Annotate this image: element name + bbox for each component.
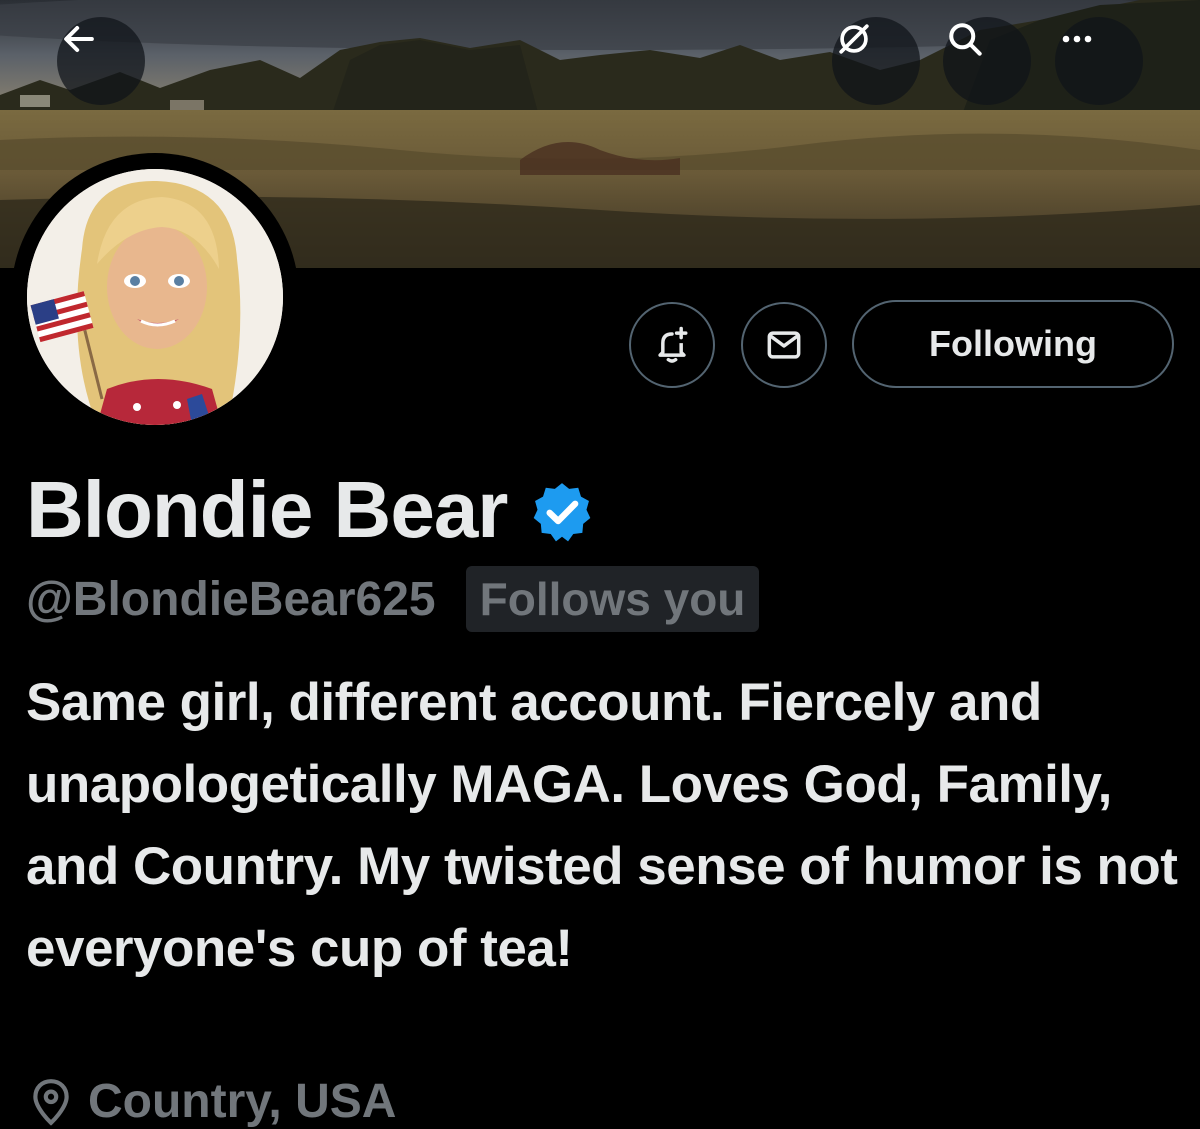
profile-bio: Same girl, different account. Fiercely a… bbox=[26, 673, 1178, 978]
location-row: Country, USA bbox=[26, 1074, 396, 1129]
user-handle: @BlondieBear625 bbox=[26, 572, 436, 626]
profile-name-row: Blondie Bear bbox=[26, 464, 595, 556]
more-button[interactable] bbox=[1055, 17, 1143, 105]
message-button[interactable] bbox=[741, 302, 827, 388]
display-name: Blondie Bear bbox=[26, 465, 508, 554]
search-icon bbox=[949, 23, 982, 56]
more-horizontal-icon bbox=[1062, 35, 1092, 43]
handle-row: @BlondieBear625 Follows you bbox=[26, 566, 760, 632]
bell-plus-icon bbox=[658, 326, 688, 363]
avatar-image bbox=[27, 169, 283, 425]
following-label: Following bbox=[929, 323, 1097, 364]
grok-button[interactable] bbox=[832, 17, 920, 105]
back-button[interactable] bbox=[57, 17, 145, 105]
avatar[interactable] bbox=[27, 169, 283, 425]
location-pin-icon bbox=[33, 1078, 69, 1126]
verified-badge-icon[interactable] bbox=[529, 479, 595, 545]
location-text: Country, USA bbox=[88, 1075, 397, 1128]
search-button[interactable] bbox=[943, 17, 1031, 105]
grok-icon bbox=[839, 24, 869, 54]
arrow-left-icon bbox=[64, 25, 94, 53]
notifications-button[interactable] bbox=[629, 302, 715, 388]
following-button[interactable]: Following bbox=[852, 300, 1174, 388]
envelope-icon bbox=[767, 331, 801, 359]
follows-you-badge: Follows you bbox=[465, 566, 760, 632]
